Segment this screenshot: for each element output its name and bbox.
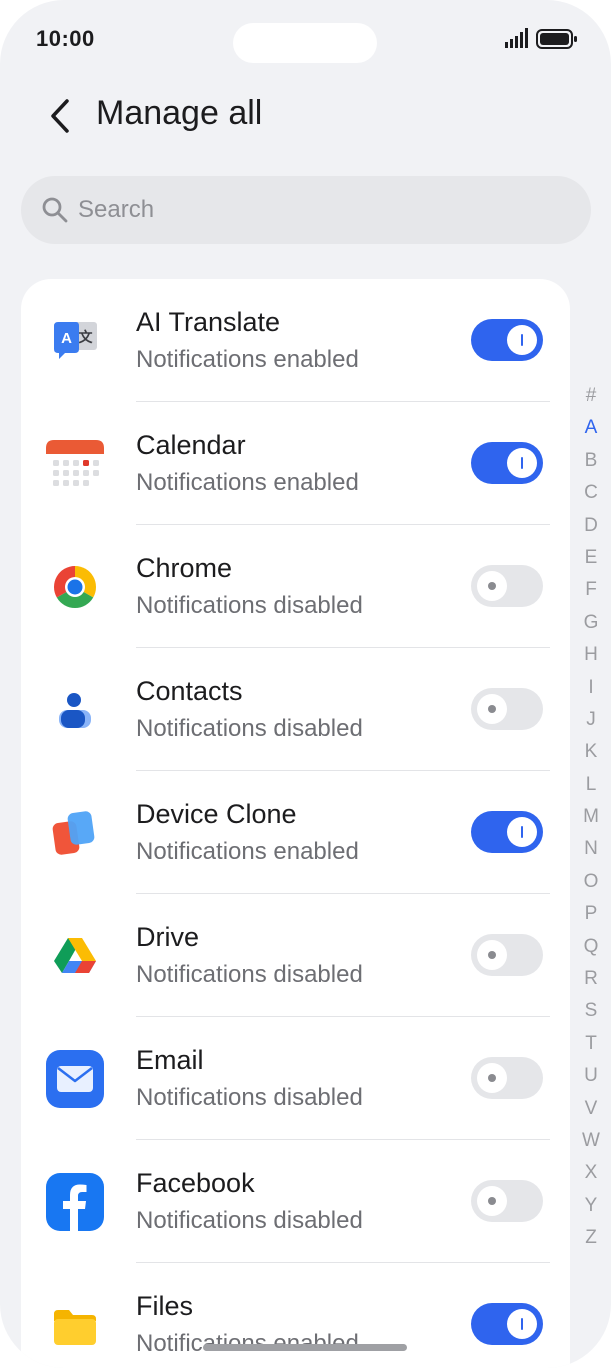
notification-toggle[interactable]	[471, 1303, 543, 1345]
index-letter[interactable]: R	[578, 963, 604, 995]
app-status: Notifications disabled	[136, 961, 363, 988]
app-list: 文 A AI Translate Notifications enabled C…	[21, 279, 570, 1368]
index-letter[interactable]: S	[578, 995, 604, 1027]
index-letter[interactable]: Q	[578, 931, 604, 963]
alphabet-index[interactable]: # A B C D E F G H I J K L M N O P Q R S …	[578, 380, 604, 1255]
signal-icon	[505, 28, 528, 48]
app-row-contacts[interactable]: Contacts Notifications disabled	[21, 648, 570, 771]
app-name: AI Translate	[136, 307, 281, 337]
phone-screen: 10:00 Manage all Search 文 A AI Translate…	[0, 0, 611, 1368]
page-title: Manage all	[96, 94, 263, 132]
index-letter[interactable]: D	[578, 510, 604, 542]
camera-cutout	[233, 23, 377, 63]
toggle-knob	[477, 571, 507, 601]
app-status: Notifications disabled	[136, 715, 363, 742]
status-time: 10:00	[36, 26, 95, 51]
status-bar: 10:00	[0, 0, 611, 80]
index-letter-active[interactable]: A	[578, 412, 604, 444]
battery-icon	[536, 29, 577, 49]
notification-toggle[interactable]	[471, 1180, 543, 1222]
index-letter[interactable]: E	[578, 542, 604, 574]
index-letter[interactable]: T	[578, 1028, 604, 1060]
index-letter[interactable]: O	[578, 866, 604, 898]
search-input[interactable]: Search	[78, 196, 154, 224]
toggle-knob	[507, 817, 537, 847]
app-status: Notifications disabled	[136, 592, 363, 619]
chrome-icon	[53, 566, 97, 609]
app-row-files[interactable]: Files Notifications enabled	[21, 1263, 570, 1368]
svg-text:A: A	[61, 330, 72, 347]
header: Manage all	[0, 84, 611, 148]
app-row-drive[interactable]: Drive Notifications disabled	[21, 894, 570, 1017]
search-icon	[42, 197, 68, 223]
calendar-icon	[46, 440, 104, 486]
toggle-knob	[477, 1063, 507, 1093]
files-icon	[54, 1310, 96, 1345]
index-letter[interactable]: L	[578, 769, 604, 801]
index-letter[interactable]: M	[578, 801, 604, 833]
app-row-device-clone[interactable]: Device Clone Notifications enabled	[21, 771, 570, 894]
ai-translate-icon: 文 A	[54, 322, 97, 359]
app-row-facebook[interactable]: Facebook Notifications disabled	[21, 1140, 570, 1263]
app-row-email[interactable]: Email Notifications disabled	[21, 1017, 570, 1140]
toggle-knob	[477, 1186, 507, 1216]
notification-toggle[interactable]	[471, 1057, 543, 1099]
index-letter[interactable]: X	[578, 1157, 604, 1189]
drive-icon	[54, 938, 96, 973]
notification-toggle[interactable]	[471, 565, 543, 607]
index-letter[interactable]: V	[578, 1093, 604, 1125]
index-letter[interactable]: Y	[578, 1190, 604, 1222]
facebook-icon	[46, 1173, 104, 1231]
app-name: Device Clone	[136, 799, 297, 829]
notification-toggle[interactable]	[471, 934, 543, 976]
index-letter[interactable]: #	[578, 380, 604, 412]
index-letter[interactable]: F	[578, 574, 604, 606]
notification-toggle[interactable]	[471, 442, 543, 484]
toggle-knob	[477, 694, 507, 724]
home-indicator[interactable]	[203, 1344, 407, 1351]
index-letter[interactable]: J	[578, 704, 604, 736]
index-letter[interactable]: Z	[578, 1222, 604, 1254]
app-row-ai-translate[interactable]: 文 A AI Translate Notifications enabled	[21, 279, 570, 402]
email-icon	[46, 1050, 104, 1108]
app-row-chrome[interactable]: Chrome Notifications disabled	[21, 525, 570, 648]
index-letter[interactable]: B	[578, 445, 604, 477]
search-bar[interactable]: Search	[21, 176, 591, 244]
app-name: Email	[136, 1045, 204, 1075]
index-letter[interactable]: K	[578, 736, 604, 768]
app-status: Notifications enabled	[136, 346, 359, 373]
app-name: Calendar	[136, 430, 246, 460]
app-name: Drive	[136, 922, 200, 952]
app-name: Facebook	[136, 1168, 255, 1198]
index-letter[interactable]: P	[578, 898, 604, 930]
notification-toggle[interactable]	[471, 319, 543, 361]
index-letter[interactable]: C	[578, 477, 604, 509]
index-letter[interactable]: H	[578, 639, 604, 671]
toggle-knob	[507, 1309, 537, 1339]
index-letter[interactable]: U	[578, 1060, 604, 1092]
index-letter[interactable]: I	[578, 672, 604, 704]
app-status: Notifications disabled	[136, 1084, 363, 1111]
app-status: Notifications enabled	[136, 469, 359, 496]
app-row-calendar[interactable]: Calendar Notifications enabled	[21, 402, 570, 525]
app-name: Contacts	[136, 676, 243, 706]
app-status: Notifications disabled	[136, 1207, 363, 1234]
index-letter[interactable]: G	[578, 607, 604, 639]
notification-toggle[interactable]	[471, 688, 543, 730]
back-arrow-icon[interactable]	[44, 96, 78, 136]
toggle-knob	[507, 325, 537, 355]
contacts-icon	[59, 693, 91, 728]
svg-text:文: 文	[79, 329, 94, 346]
app-status: Notifications enabled	[136, 838, 359, 865]
index-letter[interactable]: W	[578, 1125, 604, 1157]
notification-toggle[interactable]	[471, 811, 543, 853]
toggle-knob	[477, 940, 507, 970]
app-name: Chrome	[136, 553, 233, 583]
app-name: Files	[136, 1291, 194, 1321]
device-clone-icon	[52, 811, 95, 855]
index-letter[interactable]: N	[578, 833, 604, 865]
toggle-knob	[507, 448, 537, 478]
